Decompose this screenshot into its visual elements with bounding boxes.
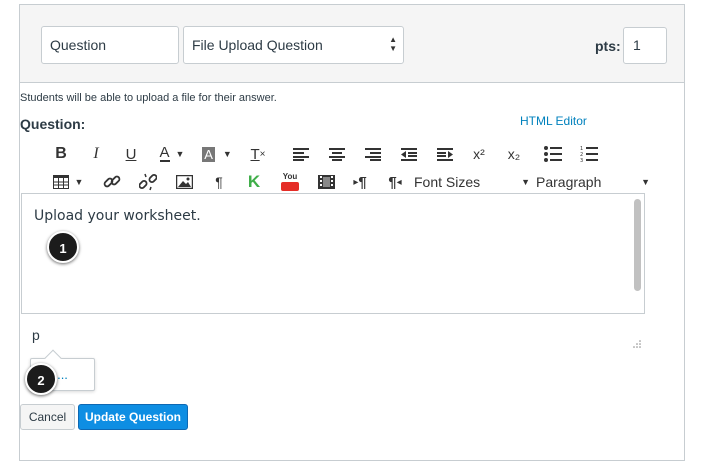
outdent-icon[interactable] (398, 142, 420, 166)
font-sizes-dropdown[interactable]: Font Sizes ▼ (408, 170, 536, 194)
numbered-list-icon[interactable]: 123 (578, 142, 600, 166)
italic-glyph: I (93, 145, 99, 162)
editor-scrollbar[interactable] (633, 197, 642, 310)
superscript-icon[interactable]: x² (467, 142, 491, 166)
update-question-button[interactable]: Update Question (78, 404, 188, 430)
table-icon[interactable]: ▼ (50, 170, 86, 194)
rtl-icon[interactable]: ¶ ◂ (382, 170, 408, 194)
select-arrows-icon: ▲ ▼ (389, 35, 397, 53)
align-right-icon[interactable] (362, 142, 384, 166)
align-left-icon[interactable] (290, 142, 312, 166)
svg-text:3: 3 (580, 158, 583, 162)
chevron-down-icon: ▼ (74, 177, 84, 187)
question-header: Question File Upload Question ▲ ▼ pts: 1 (20, 5, 684, 83)
bold-glyph: B (55, 145, 67, 162)
unlink-icon[interactable] (136, 170, 160, 194)
clear-glyph: T (250, 145, 260, 163)
superscript-glyph: x² (473, 146, 485, 162)
text-color-glyph: A (159, 144, 170, 162)
ltr-icon[interactable]: ▸ ¶ (347, 170, 373, 194)
bold-icon[interactable]: B (50, 142, 72, 166)
background-color-icon[interactable]: A ▼ (197, 142, 237, 166)
chevron-down-icon: ▼ (521, 177, 530, 187)
paragraph-glyph: ¶ (215, 174, 223, 190)
paragraph-mark-icon[interactable]: ¶ (208, 170, 230, 194)
youtube-red-block (281, 182, 299, 191)
youtube-icon[interactable]: You (278, 170, 302, 194)
chevron-down-icon: ▼ (222, 149, 232, 159)
chevron-down-icon: ▼ (641, 177, 650, 187)
cancel-button[interactable]: Cancel (20, 404, 75, 430)
clear-formatting-icon[interactable]: T × (247, 142, 269, 166)
media-icon[interactable] (314, 170, 338, 194)
chevron-down-icon: ▼ (175, 149, 185, 159)
italic-icon[interactable]: I (85, 142, 107, 166)
youtube-glyph: You (282, 172, 298, 181)
youtube-logo: You (281, 173, 299, 191)
html-editor-link[interactable]: HTML Editor (520, 114, 587, 128)
ltr-glyph: ¶ (358, 173, 367, 191)
clear-x-icon: × (259, 148, 266, 160)
paragraph-dropdown[interactable]: Paragraph ▼ (530, 170, 656, 194)
font-sizes-label: Font Sizes (414, 174, 481, 190)
editor-content: Upload your worksheet. (34, 208, 201, 224)
underline-glyph: U (125, 145, 137, 163)
paragraph-label: Paragraph (536, 174, 602, 190)
underline-icon[interactable]: U (120, 142, 142, 166)
bullet-list-icon[interactable] (542, 142, 564, 166)
subscript-icon[interactable]: x₂ (502, 142, 526, 166)
question-hint: Students will be able to upload a file f… (20, 92, 277, 104)
rtl-glyph: ¶ (388, 173, 397, 191)
resize-handle-icon[interactable] (631, 337, 641, 348)
subscript-glyph: x₂ (507, 146, 521, 162)
element-path[interactable]: p (32, 327, 40, 343)
kaltura-icon[interactable]: K (243, 170, 265, 194)
link-icon[interactable] (100, 170, 124, 194)
question-type-value: File Upload Question (192, 37, 323, 53)
scrollbar-thumb[interactable] (634, 199, 641, 291)
points-input[interactable]: 1 (623, 27, 667, 64)
kaltura-glyph: K (247, 172, 261, 191)
callout-badge-2: 2 (25, 363, 57, 395)
callout-badge-1: 1 (47, 231, 79, 263)
text-color-icon[interactable]: A ▼ (155, 142, 189, 166)
question-name-input[interactable]: Question (41, 26, 179, 64)
align-center-icon[interactable] (326, 142, 348, 166)
question-type-select[interactable]: File Upload Question ▲ ▼ (183, 26, 404, 64)
question-label: Question: (20, 116, 86, 132)
bg-color-glyph: A (202, 146, 215, 162)
points-label: pts: (595, 38, 621, 54)
rich-text-editor[interactable]: Upload your worksheet. (21, 193, 645, 314)
arrow-left-icon: ◂ (396, 176, 402, 188)
indent-icon[interactable] (434, 142, 456, 166)
image-icon[interactable] (172, 170, 196, 194)
